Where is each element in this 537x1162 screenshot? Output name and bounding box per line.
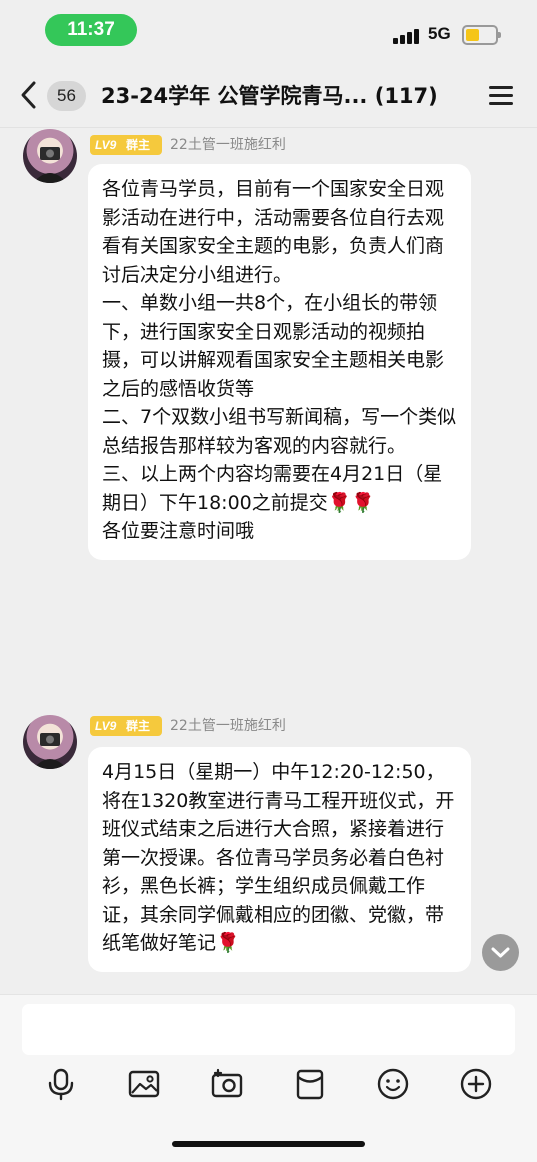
message-list[interactable]: LV9 群主 22土管一班施红利 各位青马学员，目前有一个国家安全日观影活动在进…	[0, 128, 537, 994]
image-icon[interactable]	[127, 1067, 161, 1101]
message-input[interactable]	[22, 1004, 515, 1055]
level-label: LV9	[95, 138, 117, 152]
message-bubble[interactable]: 4月15日（星期一）中午12:20-12:50，将在1320教室进行青马工程开班…	[88, 747, 471, 972]
battery-icon	[462, 25, 501, 45]
scroll-to-bottom-button[interactable]	[482, 934, 519, 971]
level-label: LV9	[95, 719, 117, 733]
emoji-icon[interactable]	[376, 1067, 410, 1101]
camera-icon[interactable]	[210, 1067, 244, 1101]
message-text: 各位青马学员，目前有一个国家安全日观影活动在进行中，活动需要各位自行去观看有关国…	[102, 178, 457, 542]
composer	[0, 994, 537, 1162]
role-label: 群主	[126, 719, 151, 733]
status-time: 11:37	[45, 14, 137, 46]
network-type: 5G	[428, 24, 451, 43]
red-packet-icon[interactable]	[293, 1067, 327, 1101]
message-text: 4月15日（星期一）中午12:20-12:50，将在1320教室进行青马工程开班…	[102, 761, 455, 954]
level-badge: LV9 群主	[90, 716, 162, 736]
chevron-down-icon	[491, 947, 510, 958]
avatar[interactable]	[23, 129, 77, 183]
sender-name[interactable]: 22土管一班施红利	[170, 135, 286, 155]
hamburger-menu-icon[interactable]	[489, 86, 513, 106]
microphone-icon[interactable]	[44, 1067, 78, 1101]
unread-count-badge[interactable]: 56	[47, 81, 86, 111]
signal-icon	[393, 28, 421, 44]
chat-header: 56 23-24学年 公管学院青马... (117)	[0, 62, 537, 128]
level-badge: LV9 群主	[90, 135, 162, 155]
plus-icon[interactable]	[459, 1067, 493, 1101]
chevron-left-icon[interactable]	[18, 80, 40, 110]
home-indicator	[172, 1141, 365, 1147]
chat-title[interactable]: 23-24学年 公管学院青马... (117)	[101, 81, 451, 111]
avatar[interactable]	[23, 715, 77, 769]
status-bar: 11:37 5G	[0, 0, 537, 62]
sender-name[interactable]: 22土管一班施红利	[170, 716, 286, 736]
message-bubble[interactable]: 各位青马学员，目前有一个国家安全日观影活动在进行中，活动需要各位自行去观看有关国…	[88, 164, 471, 560]
role-label: 群主	[126, 138, 151, 152]
